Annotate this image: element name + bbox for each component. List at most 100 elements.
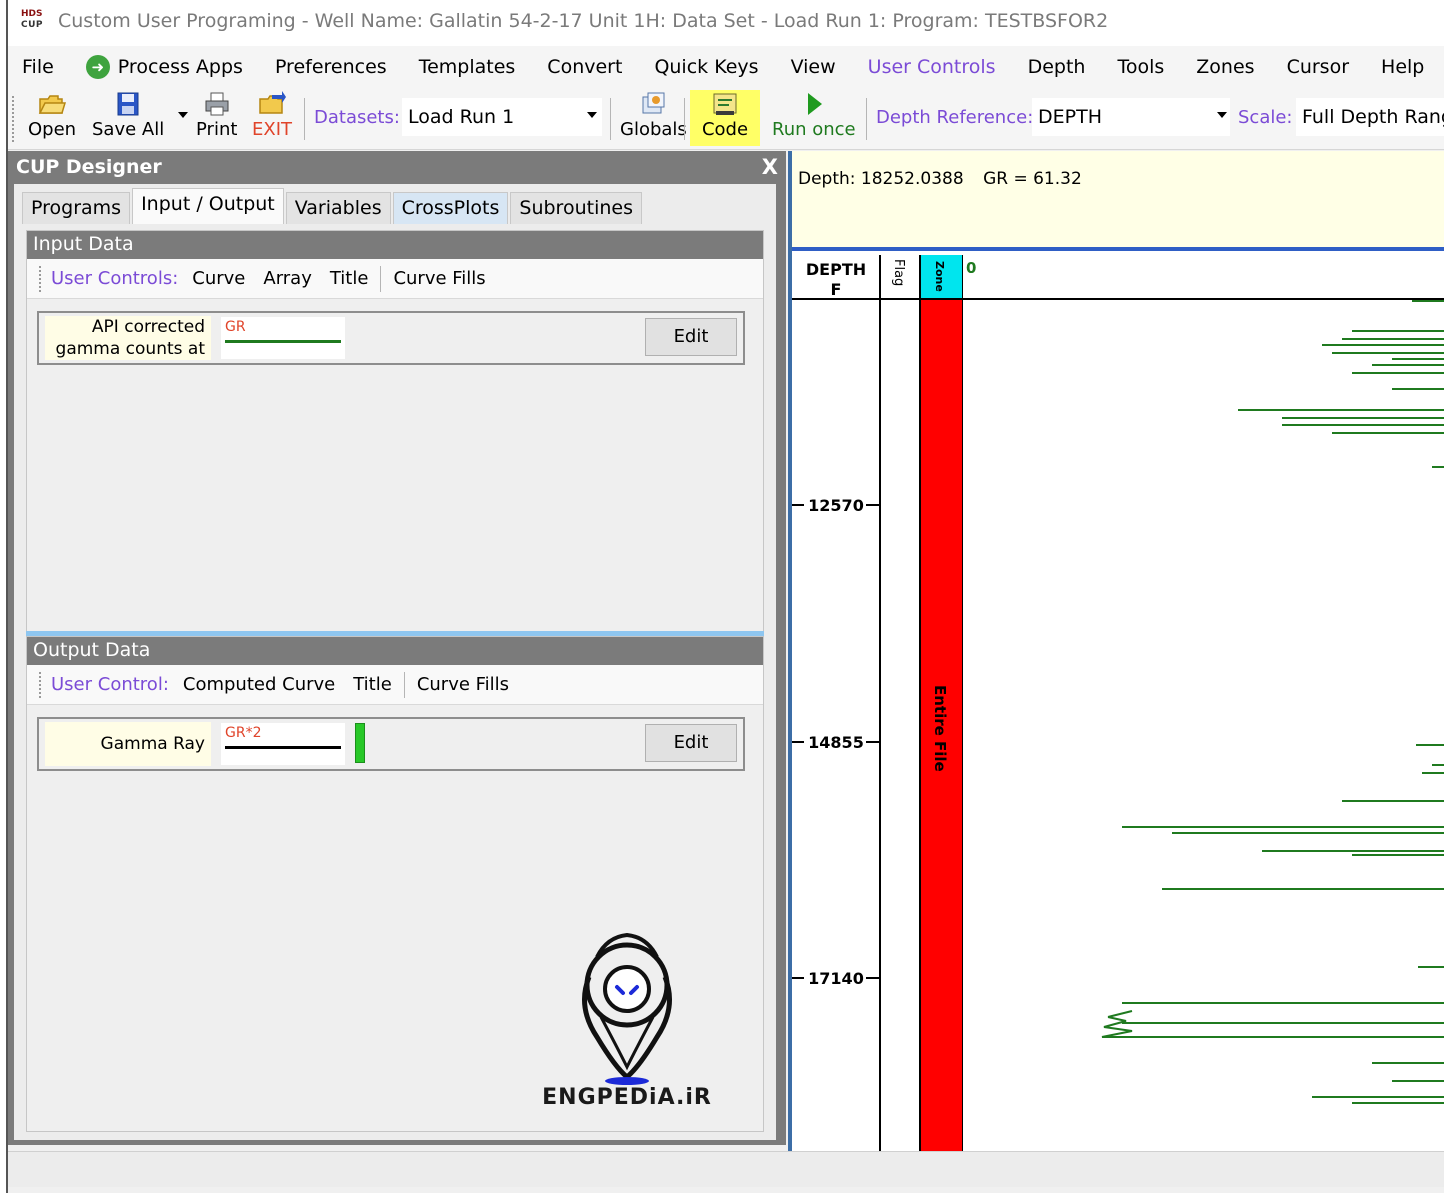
menu-bar: File ➜ Process Apps Preferences Template…	[8, 46, 1444, 88]
title-bar: HDS CUP Custom User Programing - Well Na…	[8, 0, 1444, 46]
depth-reference-label: Depth Reference:	[876, 107, 1034, 128]
save-all-dropdown-arrow-icon[interactable]	[178, 112, 188, 118]
toolbar-separator	[684, 98, 685, 140]
input-curve-name: GR	[225, 319, 246, 335]
input-edit-button[interactable]: Edit	[645, 318, 737, 356]
log-view-panel: Depth: 18252.0388 GR = 61.32 DEPTH F Fla…	[788, 151, 1444, 1151]
save-all-button[interactable]: Save All	[92, 90, 164, 146]
menu-file[interactable]: File	[22, 56, 54, 78]
add-title-button[interactable]: Title	[330, 268, 369, 289]
menu-depth[interactable]: Depth	[1028, 56, 1086, 78]
app-logo-icon: HDS CUP	[21, 9, 49, 37]
code-button-label: Code	[701, 119, 749, 140]
code-button[interactable]: Code	[690, 90, 760, 146]
toolbar: Open Save All Print EXIT Datasets: Load …	[8, 88, 1444, 150]
output-curve-description: Gamma Ray	[45, 722, 211, 766]
tab-subroutines[interactable]: Subroutines	[510, 192, 642, 224]
depth-header: DEPTH	[806, 260, 866, 279]
gr-curve-trace	[1101, 300, 1444, 1104]
close-icon[interactable]: X	[762, 155, 778, 179]
cup-designer-body: Programs Input / Output Variables CrossP…	[14, 184, 776, 1140]
input-data-title: Input Data	[27, 231, 763, 259]
depth-reference-dropdown-arrow-icon[interactable]	[1217, 112, 1227, 118]
menu-process-apps[interactable]: ➜ Process Apps	[85, 55, 243, 79]
toolbar-separator	[866, 98, 867, 140]
menu-quick-keys[interactable]: Quick Keys	[654, 56, 758, 78]
output-data-title: Output Data	[27, 637, 763, 665]
input-curve-description: API corrected gamma counts at	[45, 316, 211, 360]
zone-entire-file-label: Entire File	[931, 685, 949, 772]
exit-button[interactable]: EXIT	[252, 90, 292, 146]
menu-convert[interactable]: Convert	[547, 56, 622, 78]
menu-zones[interactable]: Zones	[1196, 56, 1254, 78]
menu-user-controls[interactable]: User Controls	[868, 56, 996, 78]
depth-tick-label: 17140	[808, 969, 864, 988]
add-computed-curve-button[interactable]: Computed Curve	[183, 674, 335, 695]
bar-grip[interactable]	[39, 671, 41, 698]
add-array-button[interactable]: Array	[263, 268, 311, 289]
add-output-curve-fills-button[interactable]: Curve Fills	[417, 674, 509, 695]
menu-preferences[interactable]: Preferences	[275, 56, 387, 78]
exit-folder-icon	[258, 91, 286, 117]
app-logo-line2: CUP	[21, 20, 44, 30]
open-button-label: Open	[28, 119, 77, 140]
output-user-control-label: User Control:	[51, 674, 169, 695]
scale-label: Scale:	[1238, 107, 1293, 128]
app-window: HDS CUP Custom User Programing - Well Na…	[6, 0, 1444, 1193]
scale-select[interactable]: Full Depth Range	[1296, 98, 1444, 136]
window-title: Custom User Programing - Well Name: Gall…	[58, 10, 1109, 32]
process-apps-arrow-icon: ➜	[85, 55, 110, 79]
print-button[interactable]: Print	[196, 90, 237, 146]
output-curve-selector[interactable]: GR*2	[221, 723, 345, 765]
output-edit-button[interactable]: Edit	[645, 724, 737, 762]
menu-cursor[interactable]: Cursor	[1287, 56, 1349, 78]
output-curve-name: GR*2	[225, 725, 262, 741]
log-tracks[interactable]: DEPTH F Flag Zone 0 Entire File 12570 14…	[792, 255, 1444, 1151]
depth-reference-select[interactable]: DEPTH	[1032, 98, 1230, 136]
tab-crossplots[interactable]: CrossPlots	[392, 192, 509, 224]
run-once-button[interactable]: Run once	[772, 90, 856, 146]
depth-tick-12570: 12570	[792, 496, 880, 515]
log-track-canvas[interactable]: DEPTH F Flag Zone 0 Entire File 12570 14…	[792, 255, 1444, 1151]
output-fill-swatch[interactable]	[355, 723, 365, 763]
globals-icon	[639, 91, 667, 117]
menu-view[interactable]: View	[791, 56, 836, 78]
input-data-section: Input Data User Controls: Curve Array Ti…	[26, 230, 764, 632]
input-curve-row: API corrected gamma counts at GR Edit	[37, 311, 745, 365]
tab-programs[interactable]: Programs	[22, 192, 131, 224]
app-logo-line1: HDS	[21, 9, 43, 19]
datasets-dropdown-arrow-icon[interactable]	[587, 112, 597, 118]
bar-grip[interactable]	[39, 265, 41, 292]
input-curve-selector[interactable]: GR	[221, 317, 345, 359]
menu-tools[interactable]: Tools	[1117, 56, 1164, 78]
depth-tick-label: 14855	[808, 733, 864, 752]
menu-help[interactable]: Help	[1381, 56, 1424, 78]
datasets-label: Datasets:	[314, 107, 400, 128]
engpedia-watermark-logo: ENGPEDiA.iR	[537, 927, 717, 1117]
depth-tick-14855: 14855	[792, 733, 880, 752]
add-curve-button[interactable]: Curve	[192, 268, 245, 289]
depth-unit-header: F	[831, 280, 842, 299]
datasets-select[interactable]: Load Run 1	[402, 98, 602, 136]
output-user-control-bar: User Control: Computed Curve Title Curve…	[27, 665, 763, 705]
tab-input-output[interactable]: Input / Output	[132, 188, 284, 224]
open-button[interactable]: Open	[28, 90, 76, 146]
menu-process-apps-label: Process Apps	[117, 56, 243, 78]
printer-icon	[203, 91, 231, 117]
input-user-controls-bar: User Controls: Curve Array Title Curve F…	[27, 259, 763, 299]
spider-logo-icon	[582, 932, 672, 1085]
globals-button[interactable]: Globals	[620, 90, 687, 146]
floppy-disk-icon	[114, 91, 142, 117]
menu-templates[interactable]: Templates	[419, 56, 516, 78]
tab-variables[interactable]: Variables	[285, 192, 391, 224]
toolbar-separator	[610, 98, 611, 140]
cursor-readout: Depth: 18252.0388 GR = 61.32	[792, 151, 1444, 251]
toolbar-grip[interactable]	[12, 96, 14, 142]
status-bar	[8, 1151, 1444, 1187]
output-curve-line-sample	[225, 746, 341, 749]
output-data-section: Output Data User Control: Computed Curve…	[26, 636, 764, 1132]
readout-depth: Depth: 18252.0388	[798, 169, 964, 189]
add-curve-fills-button[interactable]: Curve Fills	[393, 268, 485, 289]
bar-separator	[403, 671, 405, 698]
add-output-title-button[interactable]: Title	[353, 674, 392, 695]
